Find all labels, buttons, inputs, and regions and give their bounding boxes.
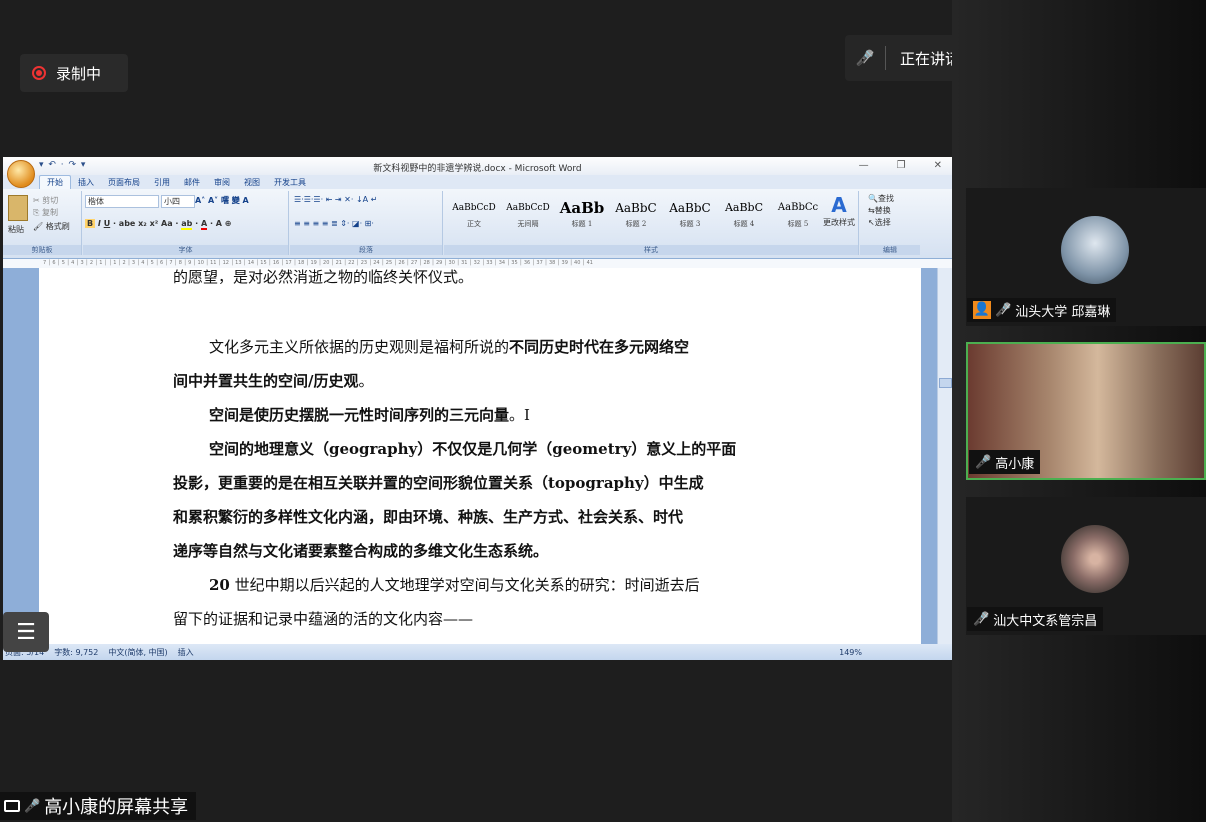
paragraph-group: ☰·☰·☰· ⇤ ⇥ ✕· ↓A ↵ ≡ ≡ ≡ ≡ ≣ ⇕· ◪· ⊞· 段落 bbox=[290, 191, 443, 255]
minimize-icon[interactable]: — bbox=[859, 160, 869, 171]
clipboard-label: 剪贴板 bbox=[3, 245, 81, 255]
share-owner: 高小康的屏幕共享 bbox=[44, 797, 189, 818]
mic-icon: 🎤 bbox=[24, 798, 41, 814]
participant-tile-active[interactable]: 🎤 高小康 bbox=[966, 342, 1206, 480]
paste-label[interactable]: 粘贴 bbox=[8, 224, 24, 235]
style-heading-2[interactable]: AaBbC 标题 2 bbox=[610, 197, 662, 237]
paragraph-1-line-2: 间中并置共生的空间/历史观。 bbox=[173, 372, 374, 390]
paragraph-4-line-2: 留下的证据和记录中蕴涵的活的文化内容—— bbox=[173, 610, 474, 628]
tab-view[interactable]: 视图 bbox=[237, 176, 267, 189]
font-grow-icons[interactable]: A˄ A˅ 㘊 變 A bbox=[195, 195, 249, 206]
style-heading-5[interactable]: AaBbCc 标题 5 bbox=[772, 197, 824, 237]
maximize-icon[interactable]: ❐ bbox=[897, 160, 906, 171]
participant-name-text: 高小康 bbox=[995, 456, 1035, 472]
tab-home[interactable]: 开始 bbox=[39, 175, 71, 189]
align-icons[interactable]: ≡ ≡ ≡ ≡ ≣ ⇕· ◪· ⊞· bbox=[294, 219, 374, 228]
paragraph-3-line-2: 投影，更重要的是在相互关联并置的空间形貌位置关系（topography）中生成 bbox=[173, 474, 704, 492]
tab-insert[interactable]: 插入 bbox=[71, 176, 101, 189]
paragraph-0: 的愿望，是对必然消逝之物的临终关怀仪式。 bbox=[173, 268, 474, 286]
participant-name-text: 汕头大学 邱嘉琳 bbox=[1015, 304, 1111, 320]
paste-icon[interactable] bbox=[8, 195, 28, 221]
find-button[interactable]: 🔍查找 bbox=[868, 193, 894, 204]
change-styles-icon: A bbox=[831, 193, 847, 217]
participants-panel: 👤 🎤̸ 汕头大学 邱嘉琳 🎤 高小康 🎤̸ 汕大中文系管宗昌 bbox=[952, 0, 1206, 822]
clipboard-group: 粘贴 ✂ 剪切 ⎘ 复制 🖌 格式刷 剪贴板 bbox=[3, 191, 82, 255]
style-heading-1[interactable]: AaBb 标题 1 bbox=[556, 197, 608, 237]
format-painter-button[interactable]: 🖌 格式刷 bbox=[33, 221, 70, 232]
editing-label: 编辑 bbox=[860, 245, 920, 255]
participant-name: 🎤̸ 汕大中文系管宗昌 bbox=[967, 607, 1104, 631]
style-heading-4[interactable]: AaBbC 标题 4 bbox=[718, 197, 770, 237]
change-styles-label: 更改样式 bbox=[823, 218, 855, 227]
select-button[interactable]: ↖选择 bbox=[868, 217, 891, 228]
participant-name-text: 汕大中文系管宗昌 bbox=[993, 613, 1098, 629]
window-title: 新文科视野中的非遗学辨说.docx - Microsoft Word bbox=[373, 164, 582, 174]
replace-button[interactable]: ⇆替换 bbox=[868, 205, 891, 216]
font-size-select[interactable]: 小四 bbox=[161, 195, 195, 208]
tab-layout[interactable]: 页面布局 bbox=[101, 176, 147, 189]
document-page[interactable]: 的愿望，是对必然消逝之物的临终关怀仪式。 文化多元主义所依据的历史观则是福柯所说… bbox=[39, 268, 921, 644]
document-area[interactable]: 的愿望，是对必然消逝之物的临终关怀仪式。 文化多元主义所依据的历史观则是福柯所说… bbox=[3, 268, 938, 644]
vertical-scrollbar[interactable] bbox=[937, 268, 952, 644]
office-button[interactable] bbox=[7, 160, 35, 188]
status-bar: 页面: 5/14 字数: 9,752 中文(简体, 中国) 插入 149% bbox=[3, 644, 952, 660]
paragraph-4-line-1: 20 世纪中期以后兴起的人文地理学对空间与文化关系的研究：时间逝去后 bbox=[209, 576, 700, 594]
title-bar: ▾ ↶ · ↷ ▾ 新文科视野中的非遗学辨说.docx - Microsoft … bbox=[3, 157, 952, 175]
recording-label: 录制中 bbox=[56, 64, 102, 83]
paragraph-1-line-1: 文化多元主义所依据的历史观则是福柯所说的不同历史时代在多元网络空 bbox=[209, 338, 690, 356]
word-count[interactable]: 字数: 9,752 bbox=[54, 647, 98, 658]
scroll-thumb[interactable] bbox=[939, 378, 952, 388]
screen-share-label: 🎤 高小康的屏幕共享 bbox=[0, 792, 197, 820]
tab-review[interactable]: 审阅 bbox=[207, 176, 237, 189]
shared-screen-area: 录制中 🎤̸ 正在讲话: 高小康; ◆◀ ↩ ▾ ↶ · ↷ ▾ 新文科视野中的… bbox=[0, 0, 1173, 822]
ribbon-tabs: 开始 插入 页面布局 引用 邮件 审阅 视图 开发工具 bbox=[3, 175, 952, 189]
paragraph-3-line-1: 空间的地理意义（geography）不仅仅是几何学（geometry）意义上的平… bbox=[209, 440, 737, 458]
style-heading-3[interactable]: AaBbC 标题 3 bbox=[664, 197, 716, 237]
tab-developer[interactable]: 开发工具 bbox=[267, 176, 313, 189]
divider bbox=[885, 46, 886, 70]
mic-muted-icon: 🎤̸ bbox=[855, 49, 875, 67]
close-icon[interactable]: ✕ bbox=[934, 160, 942, 171]
styles-gallery: AaBbCcD 正文 AaBbCcD 无间隔 AaBb 标题 1 AaBbC 标题 2 … bbox=[448, 197, 824, 237]
list-menu-icon[interactable]: ☰ bbox=[3, 612, 49, 652]
editing-group: 🔍查找 ⇆替换 ↖选择 编辑 bbox=[860, 191, 920, 255]
mic-muted-icon: 🎤̸ bbox=[995, 302, 1012, 318]
participant-name: 🎤 高小康 bbox=[969, 450, 1041, 474]
list-icons[interactable]: ☰·☰·☰· ⇤ ⇥ ✕· ↓A ↵ bbox=[294, 195, 377, 204]
font-name-select[interactable]: 楷体 bbox=[85, 195, 159, 208]
tab-references[interactable]: 引用 bbox=[147, 176, 177, 189]
avatar bbox=[1061, 216, 1129, 284]
paragraph-2: 空间是使历史摆脱一元性时间序列的三元向量。I bbox=[209, 406, 530, 424]
paragraph-label: 段落 bbox=[290, 245, 442, 255]
style-normal[interactable]: AaBbCcD 正文 bbox=[448, 197, 500, 237]
ribbon: 粘贴 ✂ 剪切 ⎘ 复制 🖌 格式刷 剪贴板 楷体 小四 A˄ A˅ 㘊 變 A… bbox=[3, 189, 952, 259]
record-icon bbox=[32, 66, 46, 80]
participant-tile[interactable]: 👤 🎤̸ 汕头大学 邱嘉琳 bbox=[966, 188, 1206, 326]
screen-share-icon bbox=[4, 800, 20, 812]
participant-tile[interactable]: 🎤̸ 汕大中文系管宗昌 bbox=[966, 497, 1206, 635]
cut-button[interactable]: ✂ 剪切 bbox=[33, 195, 58, 206]
word-window: ▾ ↶ · ↷ ▾ 新文科视野中的非遗学辨说.docx - Microsoft … bbox=[3, 157, 952, 660]
insert-mode[interactable]: 插入 bbox=[178, 647, 194, 658]
mic-icon: 🎤 bbox=[975, 454, 992, 470]
font-group: 楷体 小四 A˄ A˅ 㘊 變 A B I U · abe x₂ x² Aa ·… bbox=[83, 191, 289, 255]
paragraph-3-line-3: 和累积繁衍的多样性文化内涵，即由环境、种族、生产方式、社会关系、时代 bbox=[173, 508, 684, 526]
window-controls: — ❐ ✕ bbox=[859, 160, 942, 171]
participant-name: 👤 🎤̸ 汕头大学 邱嘉琳 bbox=[967, 298, 1117, 322]
recording-indicator[interactable]: 录制中 bbox=[20, 54, 128, 92]
font-format-icons[interactable]: B I U · abe x₂ x² Aa · ab · A · A ⊕ bbox=[85, 219, 231, 230]
tab-mailings[interactable]: 邮件 bbox=[177, 176, 207, 189]
styles-label: 样式 bbox=[444, 245, 858, 255]
user-icon: 👤 bbox=[973, 301, 991, 319]
change-styles-button[interactable]: A 更改样式 bbox=[821, 193, 857, 228]
avatar bbox=[1061, 525, 1129, 593]
mic-muted-icon: 🎤̸ bbox=[973, 611, 990, 627]
style-no-spacing[interactable]: AaBbCcD 无间隔 bbox=[502, 197, 554, 237]
copy-button[interactable]: ⎘ 复制 bbox=[33, 207, 58, 218]
paragraph-3-line-4: 递序等自然与文化诸要素整合构成的多维文化生态系统。 bbox=[173, 542, 549, 560]
zoom-level[interactable]: 149% bbox=[839, 648, 862, 657]
language[interactable]: 中文(简体, 中国) bbox=[108, 647, 167, 658]
font-label: 字体 bbox=[83, 245, 288, 255]
